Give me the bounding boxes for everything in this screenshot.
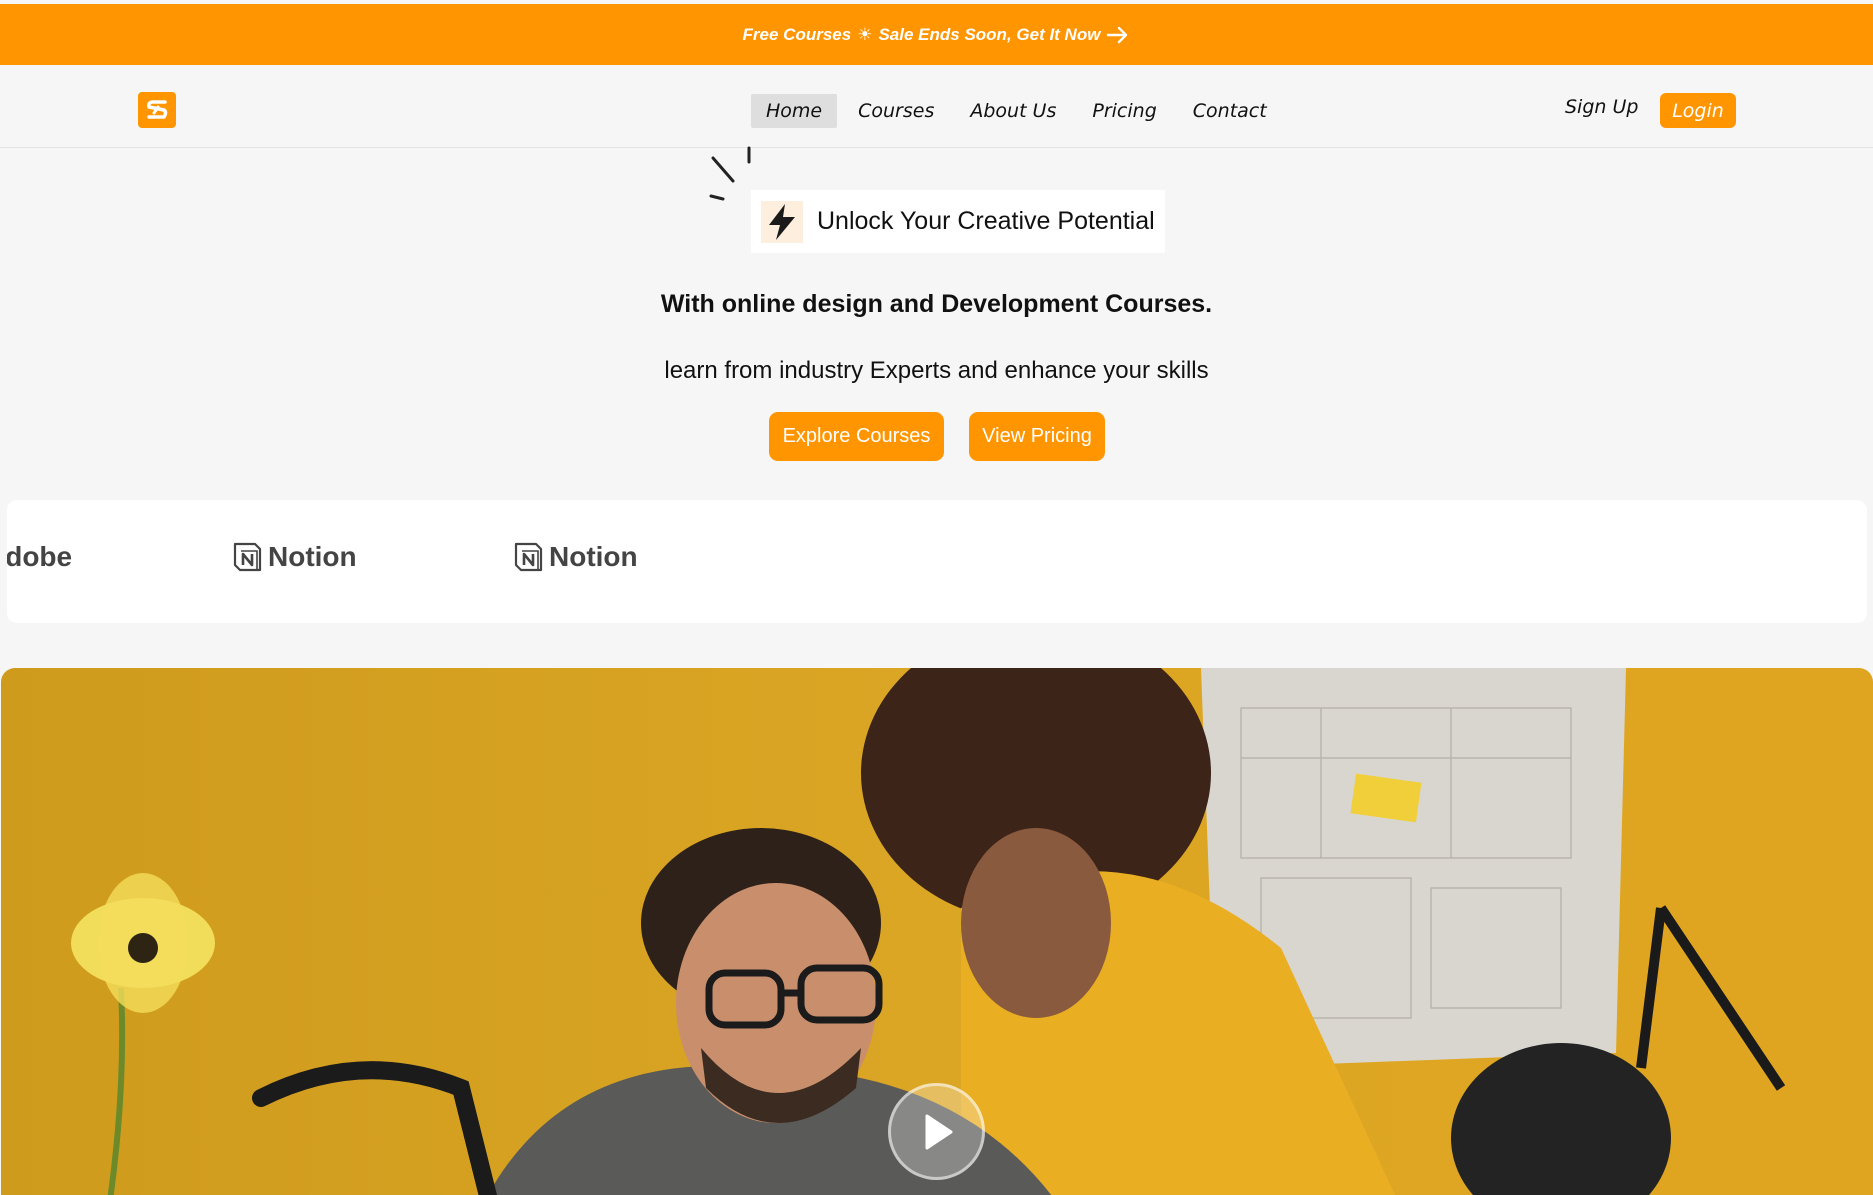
play-icon	[925, 1114, 952, 1149]
brand-name: Notion	[268, 541, 357, 572]
promo-banner[interactable]: Free Courses ☀ Sale Ends Soon, Get It No…	[0, 4, 1873, 65]
sun-icon: ☀	[857, 24, 873, 44]
adobe-logo: Adobe	[7, 541, 72, 573]
notion-icon	[512, 541, 544, 573]
hero-subheadline: learn from industry Experts and enhance …	[664, 357, 1209, 384]
hero-headline: With online design and Development Cours…	[660, 290, 1213, 318]
notion-logo: Notion	[512, 541, 638, 573]
page: Free Courses ☀ Sale Ends Soon, Get It No…	[0, 0, 1873, 1195]
spark-lines-icon	[709, 146, 751, 201]
login-button[interactable]: Login	[1660, 93, 1736, 128]
brand-name: Adobe	[7, 541, 73, 572]
banner-text-after: Sale Ends Soon, Get It Now	[878, 24, 1101, 44]
hero-tag: Unlock Your Creative Potential	[751, 190, 1165, 253]
nav-link-contact[interactable]: Contact	[1178, 94, 1282, 128]
sign-up-link[interactable]: Sign Up	[1565, 96, 1638, 118]
top-navigation: Home Courses About Us Pricing Contact Si…	[0, 65, 1873, 148]
nav-links: Home Courses About Us Pricing Contact	[751, 94, 1288, 128]
nav-link-pricing[interactable]: Pricing	[1077, 94, 1171, 128]
nav-link-courses[interactable]: Courses	[843, 94, 949, 128]
s-logo-icon[interactable]	[138, 92, 176, 128]
hero-tag-text: Unlock Your Creative Potential	[817, 207, 1155, 235]
nav-link-about-us[interactable]: About Us	[955, 94, 1071, 128]
brand-name: Notion	[549, 541, 638, 572]
arrow-right-icon[interactable]	[1106, 26, 1130, 44]
view-pricing-button[interactable]: View Pricing	[969, 412, 1105, 461]
banner-text-before: Free Courses	[742, 24, 852, 44]
lightning-bolt-icon	[761, 200, 803, 243]
notion-icon	[231, 541, 263, 573]
brand-logo-strip: Adobe Notion Notion	[7, 500, 1867, 623]
play-video-button[interactable]	[888, 1083, 985, 1180]
nav-link-home[interactable]: Home	[751, 94, 838, 128]
explore-courses-button[interactable]: Explore Courses	[769, 412, 944, 461]
notion-logo: Notion	[231, 541, 357, 573]
